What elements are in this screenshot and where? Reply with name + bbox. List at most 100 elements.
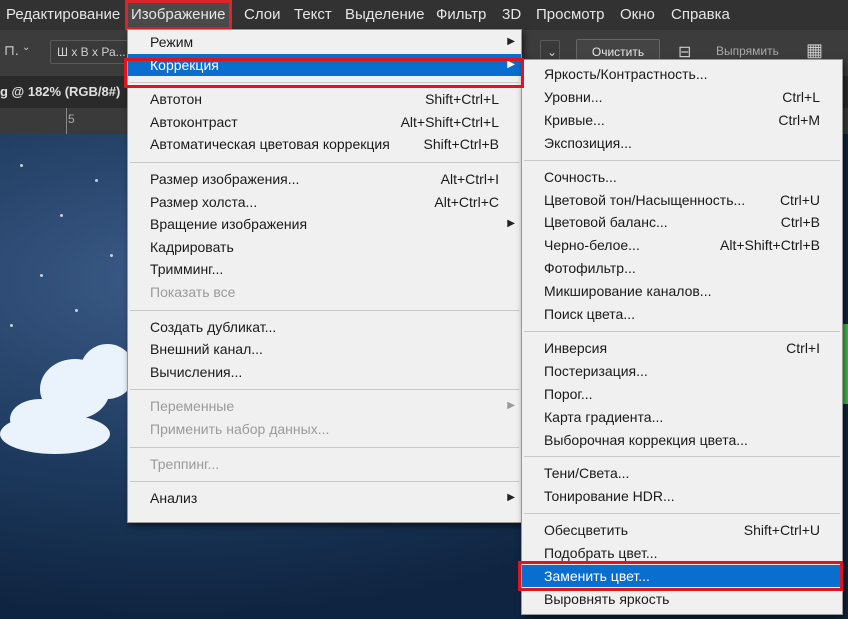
menu-image[interactable]: Изображение [125,0,232,30]
menu-item-label: Размер холста... [150,193,258,210]
menu-text[interactable]: Текст [294,0,332,30]
menu-item-label: Карта градиента... [544,408,664,425]
chevron-down-icon[interactable]: ⌄ [22,42,30,53]
menu-item-label: Показать все [150,284,236,300]
menu-item[interactable]: Переменные ▶ [128,395,521,417]
menu-item[interactable]: Треппинг... [128,453,521,475]
menu-item[interactable]: Тени/Света... [522,462,842,484]
menu-item[interactable]: Кадрировать [128,236,521,258]
menu-item-label: Размер изображения... [150,171,300,187]
menu-item-label: Тонирование HDR... [544,488,675,505]
cloud [0,414,110,454]
menu-item-label: Тримминг... [150,261,224,278]
straighten-label[interactable]: Выпрямить [716,44,779,58]
menu-item[interactable]: Режим ▶ [128,31,521,53]
menu-item[interactable]: Микширование каналов... [522,280,842,302]
menu-item[interactable]: Автоконтраст Alt+Shift+Ctrl+L [128,111,521,133]
submenu-arrow-icon: ▶ [507,218,515,230]
menu-item-label: Порог... [544,385,593,402]
menu-item-label: Микширование каналов... [544,283,712,300]
menu-separator [130,481,519,483]
menu-item[interactable]: Вращение изображения ▶ [128,213,521,235]
menu-item[interactable]: Применить набор данных... [128,418,521,440]
menu-item[interactable]: Тонирование HDR... [522,485,842,507]
crop-tool-icon[interactable]: ⊓. [4,42,19,59]
submenu-arrow-icon: ▶ [507,400,515,412]
menu-item-label: Автотон [150,91,202,108]
menu-item-label: Уровни... [544,88,603,105]
menu-item[interactable]: Обесцветить Shift+Ctrl+U [522,519,842,541]
menu-item-label: Анализ [150,490,198,507]
menu-item-label: Фотофильтр... [544,260,636,277]
menu-item-label: Постеризация... [544,362,648,379]
menu-item-label: Обесцветить [544,522,629,539]
menu-item[interactable]: Подобрать цвет... [522,542,842,564]
grid-overlay-icon[interactable]: ▦ [806,40,823,61]
image-menu: Режим ▶ Коррекция ▶ Автотон Shift+Ctrl+L Авток… [127,29,522,523]
menu-item-shortcut: Alt+Ctrl+C [434,193,499,210]
menu-item[interactable]: Цветовой тон/Насыщенность... Ctrl+U [522,189,842,211]
menu-item-label: Вычисления... [150,363,243,380]
ratio-select[interactable]: Ш x В x Ра... [50,40,128,64]
menu-help[interactable]: Справка [671,0,730,30]
menu-item[interactable]: Фотофильтр... [522,257,842,279]
menu-item[interactable]: Поиск цвета... [522,303,842,325]
menu-item[interactable]: Внешний канал... [128,338,521,360]
submenu-arrow-icon: ▶ [507,492,515,504]
document-title: g @ 182% (RGB/8#) [0,84,121,99]
menu-item[interactable]: Показать все [128,281,521,303]
menu-item[interactable]: Кривые... Ctrl+M [522,109,842,131]
menu-item-shortcut: Shift+Ctrl+U [743,522,820,539]
menu-item[interactable]: Создать дубликат... [128,316,521,338]
menu-item[interactable]: Постеризация... [522,360,842,382]
menu-item[interactable]: Экспозиция... [522,132,842,154]
menu-layers[interactable]: Слои [244,0,280,30]
menu-item-label: Режим [150,34,194,50]
menu-item[interactable]: Автотон Shift+Ctrl+L [128,88,521,110]
menu-item-shortcut: Ctrl+U [779,191,820,208]
menu-separator [524,330,840,332]
menu-item-label: Цветовой баланс... [544,214,668,231]
menu-item[interactable]: Автоматическая цветовая коррекция Shift+C… [128,133,521,155]
menu-item[interactable]: Выровнять яркость [522,588,842,610]
menu-item-shortcut: Alt+Shift+Ctrl+B [720,237,820,254]
menu-item[interactable]: Вычисления... [128,361,521,383]
menu-item-label: Инверсия [544,339,608,356]
menu-item[interactable]: Размер изображения... Alt+Ctrl+I [128,168,521,190]
menu-item-label: Яркость/Контрастность... [544,66,708,82]
menu-view[interactable]: Просмотр [536,0,605,30]
submenu-arrow-icon: ▶ [507,58,515,70]
menu-item[interactable]: Яркость/Контрастность... [522,63,842,85]
star [10,324,13,327]
menu-filter[interactable]: Фильтр [436,0,486,30]
menu-item[interactable]: Анализ ▶ [128,487,521,509]
menu-item[interactable]: Уровни... Ctrl+L [522,86,842,108]
menu-item[interactable]: Коррекция ▶ [128,53,521,76]
star [20,164,23,167]
menu-item[interactable]: Порог... [522,383,842,405]
menu-separator [524,456,840,458]
menu-item[interactable]: Тримминг... [128,258,521,280]
menu-item[interactable]: Черно-белое... Alt+Shift+Ctrl+B [522,234,842,256]
menu-item[interactable]: Сочность... [522,166,842,188]
menu-item[interactable]: Размер холста... Alt+Ctrl+C [128,191,521,213]
menu-item[interactable]: Выборочная коррекция цвета... [522,429,842,451]
menu-edit[interactable]: Редактирование [6,0,120,30]
menu-item-shortcut: Ctrl+L [782,88,820,105]
menu-window[interactable]: Окно [620,0,655,30]
menu-item[interactable]: Инверсия Ctrl+I [522,337,842,359]
menu-separator [524,513,840,515]
menu-item-label: Поиск цвета... [544,306,636,322]
correction-submenu: Яркость/Контрастность... Уровни... Ctrl+L К… [521,59,843,615]
menu-item[interactable]: Карта градиента... [522,406,842,428]
menu-select[interactable]: Выделение [345,0,424,30]
menu-item-label: Внешний канал... [150,341,263,358]
menu-item[interactable]: Цветовой баланс... Ctrl+B [522,211,842,233]
menu-item[interactable]: Заменить цвет... [522,565,842,587]
menu-item-shortcut: Alt+Ctrl+I [440,171,499,187]
menu-item-label: Автоконтраст [150,113,238,130]
menu-separator [130,389,519,391]
star [75,309,78,312]
menu-3d[interactable]: 3D [502,0,521,30]
submenu-arrow-icon: ▶ [507,36,515,47]
